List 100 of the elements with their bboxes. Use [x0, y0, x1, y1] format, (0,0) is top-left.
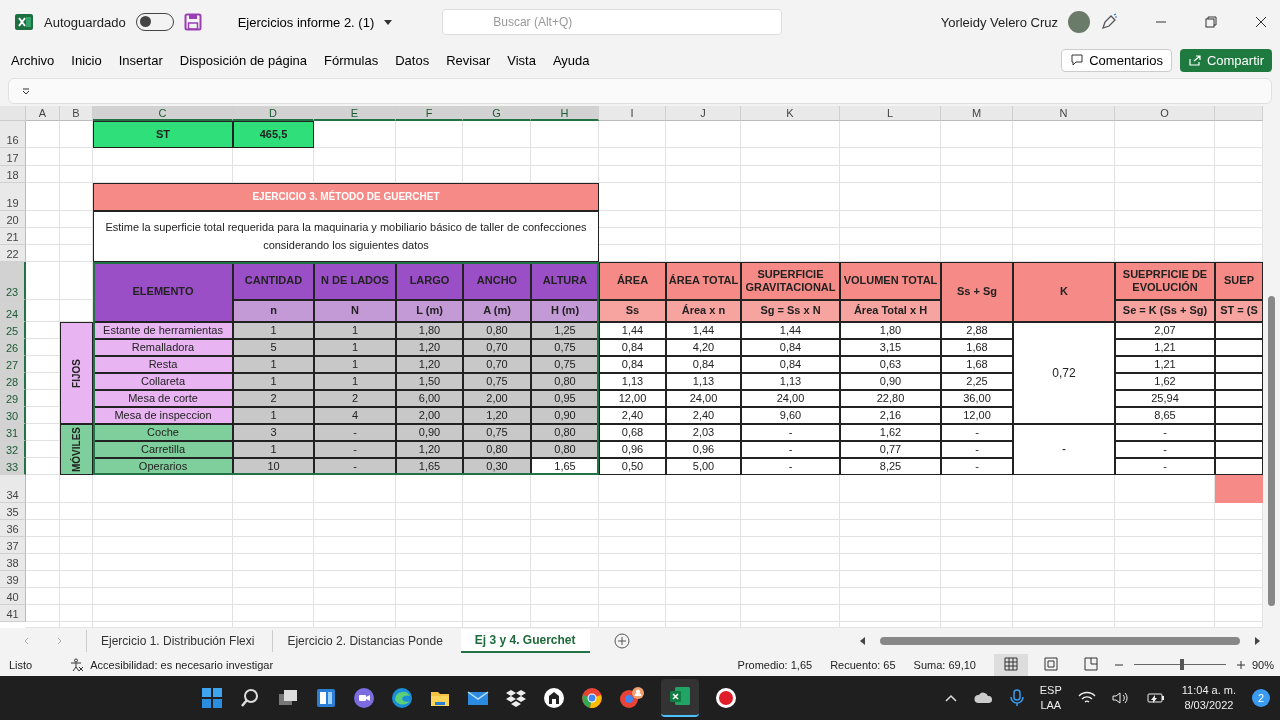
- share-button[interactable]: Compartir: [1179, 48, 1272, 72]
- expand-chevron-icon[interactable]: [21, 86, 31, 96]
- row-header[interactable]: 36: [0, 520, 26, 537]
- document-title[interactable]: Ejercicios informe 2. (1): [233, 14, 375, 30]
- pen-icon[interactable]: [1100, 13, 1118, 31]
- normal-view-button[interactable]: [993, 653, 1028, 676]
- row-header[interactable]: 23: [0, 262, 26, 300]
- menu-tab[interactable]: Vista: [500, 48, 543, 72]
- column-header[interactable]: H: [531, 106, 599, 121]
- menu-tab[interactable]: Fórmulas: [317, 48, 386, 72]
- row-header[interactable]: 41: [0, 605, 26, 622]
- row-header[interactable]: 28: [0, 373, 26, 390]
- scroll-right-icon[interactable]: [1252, 635, 1262, 646]
- keyboard-layout[interactable]: LAA: [1040, 698, 1062, 713]
- clock-date[interactable]: 8/03/2022: [1184, 698, 1234, 713]
- zoom-level[interactable]: 90%: [1251, 658, 1274, 671]
- row-header[interactable]: 29: [0, 390, 26, 407]
- caret-icon[interactable]: [384, 19, 393, 25]
- grid-icon: [1003, 656, 1018, 671]
- menu-tab[interactable]: Datos: [388, 48, 437, 72]
- row-header[interactable]: 24: [0, 300, 26, 322]
- add-sheet-icon[interactable]: [613, 632, 630, 649]
- avatar[interactable]: [1068, 11, 1090, 33]
- menu-tab[interactable]: Insertar: [111, 48, 170, 72]
- scroll-left-icon[interactable]: [858, 635, 868, 646]
- column-header[interactable]: N: [1013, 106, 1115, 121]
- horizontal-scrollbar[interactable]: [880, 636, 1240, 645]
- column-header[interactable]: G: [463, 106, 531, 121]
- column-header[interactable]: K: [741, 106, 840, 121]
- chrome-icon[interactable]: [580, 687, 603, 709]
- speaker-icon[interactable]: [1111, 691, 1130, 705]
- row-header[interactable]: 34: [0, 475, 26, 503]
- accessibility-icon[interactable]: [70, 657, 85, 672]
- table-cell: 25,94: [1115, 390, 1215, 407]
- column-header[interactable]: B: [60, 106, 93, 121]
- chat-icon[interactable]: [352, 687, 375, 709]
- row-header[interactable]: 19: [0, 183, 26, 211]
- row-header[interactable]: 25: [0, 322, 26, 339]
- column-header[interactable]: F: [396, 106, 463, 121]
- row-header[interactable]: 39: [0, 571, 26, 588]
- chrome-profile-icon[interactable]: [618, 686, 645, 710]
- row-header[interactable]: 31: [0, 424, 26, 441]
- battery-icon[interactable]: [1145, 691, 1166, 705]
- column-header[interactable]: O: [1115, 106, 1215, 121]
- sheet-tab[interactable]: Ejercicio 1. Distribución Flexi: [86, 629, 269, 652]
- menu-tab[interactable]: Ayuda: [545, 48, 597, 72]
- cloud-icon[interactable]: [973, 690, 994, 706]
- wifi-icon[interactable]: [1077, 691, 1096, 705]
- menu-tab[interactable]: Inicio: [64, 48, 109, 72]
- column-header[interactable]: L: [840, 106, 941, 121]
- maximize-icon[interactable]: [1204, 15, 1218, 29]
- column-header[interactable]: E: [314, 106, 396, 121]
- menu-tab[interactable]: Disposición de página: [172, 48, 314, 72]
- row-header[interactable]: 37: [0, 537, 26, 554]
- zoom-in-icon[interactable]: [1235, 659, 1246, 670]
- column-header[interactable]: M: [941, 106, 1013, 121]
- row-header[interactable]: 18: [0, 166, 26, 183]
- table-cell: 1: [314, 373, 396, 390]
- row-header[interactable]: 20: [0, 211, 26, 228]
- sheet-tab[interactable]: Ejercicio 2. Distancias Ponde: [272, 629, 457, 652]
- accessibility-status[interactable]: Accesibilidad: es necesario investigar: [90, 658, 274, 671]
- close-icon[interactable]: [1254, 15, 1268, 29]
- menu-tab[interactable]: Revisar: [439, 48, 498, 72]
- row-header[interactable]: 16: [0, 121, 26, 148]
- page-icon: [1043, 656, 1058, 671]
- clock-time[interactable]: 11:04 a. m.: [1181, 683, 1236, 698]
- windows-start-icon[interactable]: [200, 687, 223, 709]
- share-icon: [1187, 53, 1202, 67]
- row-header[interactable]: 35: [0, 503, 26, 520]
- column-header[interactable]: A: [26, 106, 60, 121]
- row-header[interactable]: 17: [0, 148, 26, 166]
- row-header[interactable]: 30: [0, 407, 26, 424]
- row-header[interactable]: 22: [0, 245, 26, 262]
- row-header[interactable]: 38: [0, 554, 26, 571]
- row-header[interactable]: 32: [0, 441, 26, 458]
- column-header[interactable]: D: [233, 106, 314, 121]
- row-header[interactable]: 40: [0, 588, 26, 605]
- search-icon[interactable]: [238, 687, 261, 709]
- comments-button[interactable]: Comentarios: [1061, 48, 1172, 72]
- dropbox-icon[interactable]: [504, 687, 527, 709]
- excel-taskbar-button[interactable]: [660, 679, 699, 717]
- row-header[interactable]: 33: [0, 458, 26, 475]
- row-header[interactable]: 26: [0, 339, 26, 356]
- save-icon[interactable]: [183, 13, 202, 31]
- table-cell: 2,03: [666, 424, 741, 441]
- table-cell: 1,13: [741, 373, 840, 390]
- sheet-tab[interactable]: Ej 3 y 4. Guerchet: [460, 628, 590, 653]
- table-cell: 0,84: [741, 339, 840, 356]
- record-icon[interactable]: [714, 687, 737, 709]
- row-header[interactable]: 21: [0, 228, 26, 245]
- row-header[interactable]: 27: [0, 356, 26, 373]
- column-header[interactable]: I: [599, 106, 666, 121]
- column-header[interactable]: C: [93, 106, 233, 121]
- column-header[interactable]: J: [666, 106, 741, 121]
- menu-tab[interactable]: Archivo: [4, 48, 62, 72]
- house-icon[interactable]: [542, 687, 565, 709]
- widgets-icon[interactable]: [314, 687, 337, 709]
- browser-icon[interactable]: [390, 687, 413, 709]
- microphone-icon[interactable]: [1009, 689, 1024, 707]
- language-code[interactable]: ESP: [1039, 683, 1062, 698]
